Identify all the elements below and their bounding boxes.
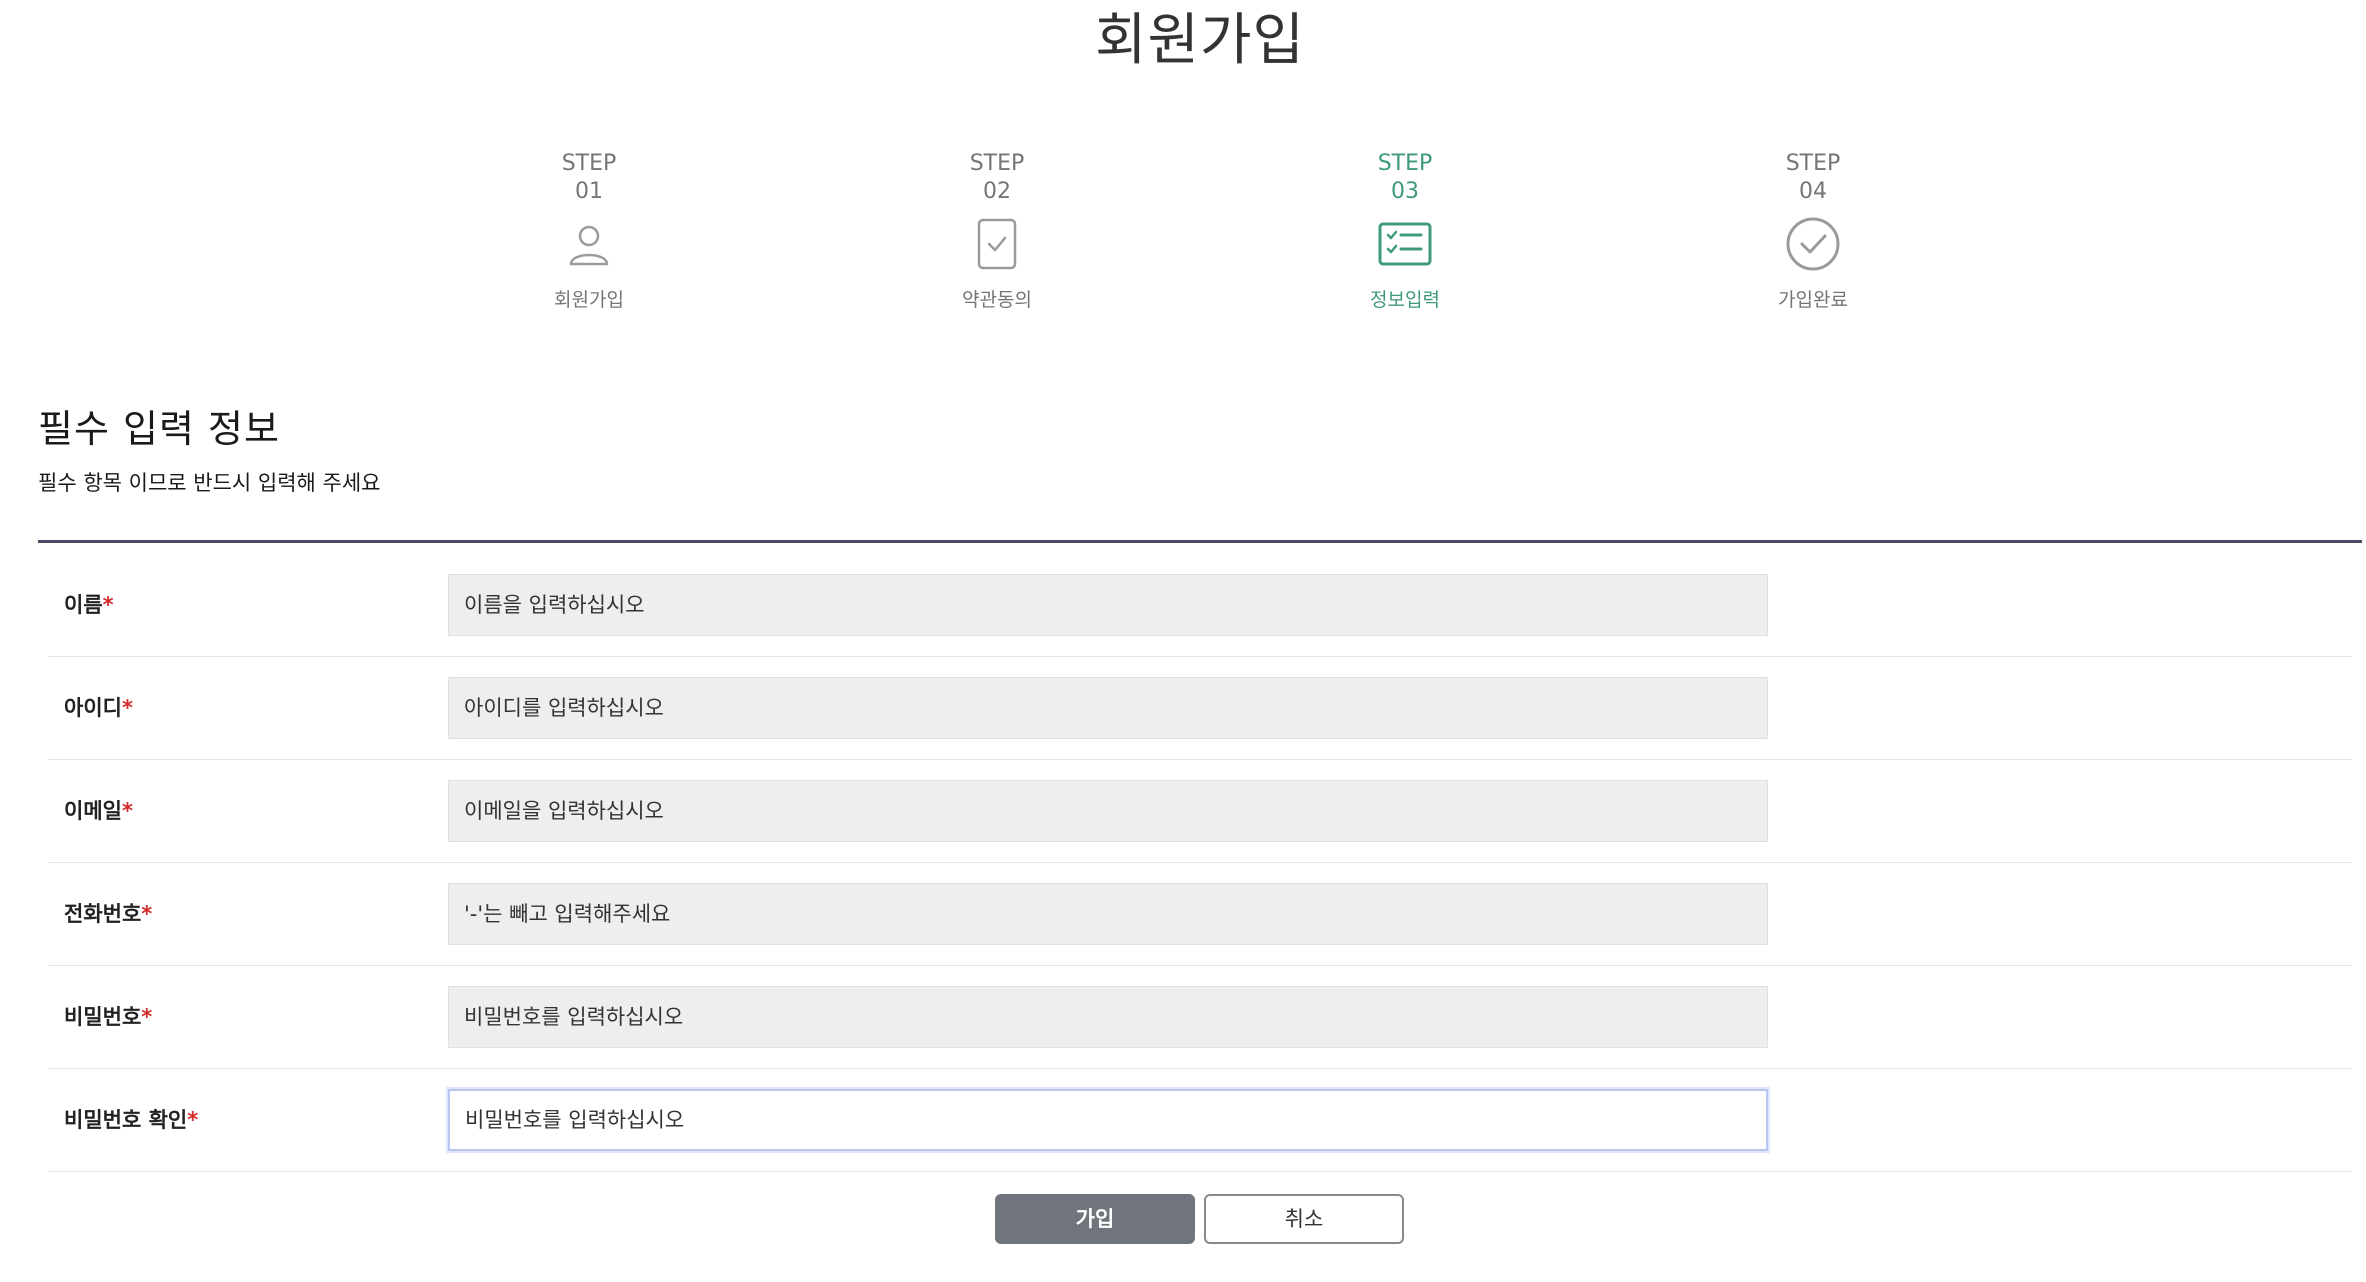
cancel-button[interactable]: 취소	[1204, 1194, 1404, 1244]
name-label: 이름*	[64, 593, 114, 617]
check-circle-icon	[1786, 217, 1840, 271]
required-mark: *	[102, 593, 114, 617]
section-description: 필수 항목 이므로 반드시 입력해 주세요	[38, 471, 381, 495]
step-number: 02	[983, 179, 1011, 204]
password-confirm-input[interactable]	[448, 1089, 1768, 1151]
page-title: 회원가입	[1094, 8, 1306, 73]
required-mark: *	[141, 1005, 153, 1029]
name-input[interactable]	[448, 574, 1768, 636]
person-icon	[569, 225, 609, 266]
password-label: 비밀번호*	[64, 1005, 153, 1029]
form-row-password-confirm: 비밀번호 확인*	[48, 1069, 2352, 1172]
step-number: 01	[575, 179, 603, 204]
step-label: STEP	[561, 151, 617, 176]
id-label: 아이디*	[64, 696, 133, 720]
form-row-phone: 전화번호*	[48, 863, 2352, 966]
form-row-id: 아이디*	[48, 657, 2352, 760]
password-input[interactable]	[448, 986, 1768, 1048]
required-mark: *	[141, 902, 153, 926]
required-mark: *	[187, 1108, 199, 1132]
join-button[interactable]: 가입	[995, 1194, 1195, 1244]
step-label: STEP	[1785, 151, 1841, 176]
step-number: 03	[1391, 179, 1419, 204]
step-progress: STEP 01 회원가입 STEP 02 약관동의 STEP 03 정보입력 S…	[0, 150, 2366, 330]
section-title: 필수 입력 정보	[38, 407, 280, 451]
step-02: STEP 02 약관동의	[887, 150, 1107, 312]
required-mark: *	[121, 799, 133, 823]
step-name: 약관동의	[962, 289, 1032, 311]
phone-input[interactable]	[448, 883, 1768, 945]
step-03: STEP 03 정보입력	[1295, 150, 1515, 312]
step-01: STEP 01 회원가입	[479, 150, 699, 312]
document-check-icon	[977, 218, 1017, 270]
step-name: 정보입력	[1370, 289, 1440, 311]
step-number: 04	[1799, 179, 1827, 204]
step-04: STEP 04 가입완료	[1703, 150, 1923, 312]
step-name: 회원가입	[554, 289, 624, 311]
email-input[interactable]	[448, 780, 1768, 842]
section-divider	[38, 540, 2362, 543]
step-label: STEP	[1377, 151, 1433, 176]
phone-label: 전화번호*	[64, 902, 153, 926]
checklist-form-icon	[1378, 222, 1432, 266]
form-row-name: 이름*	[48, 554, 2352, 657]
required-mark: *	[121, 696, 133, 720]
id-input[interactable]	[448, 677, 1768, 739]
step-name: 가입완료	[1778, 289, 1848, 311]
step-label: STEP	[969, 151, 1025, 176]
form-row-password: 비밀번호*	[48, 966, 2352, 1069]
email-label: 이메일*	[64, 799, 133, 823]
password-confirm-label: 비밀번호 확인*	[64, 1108, 199, 1132]
form-row-email: 이메일*	[48, 760, 2352, 863]
